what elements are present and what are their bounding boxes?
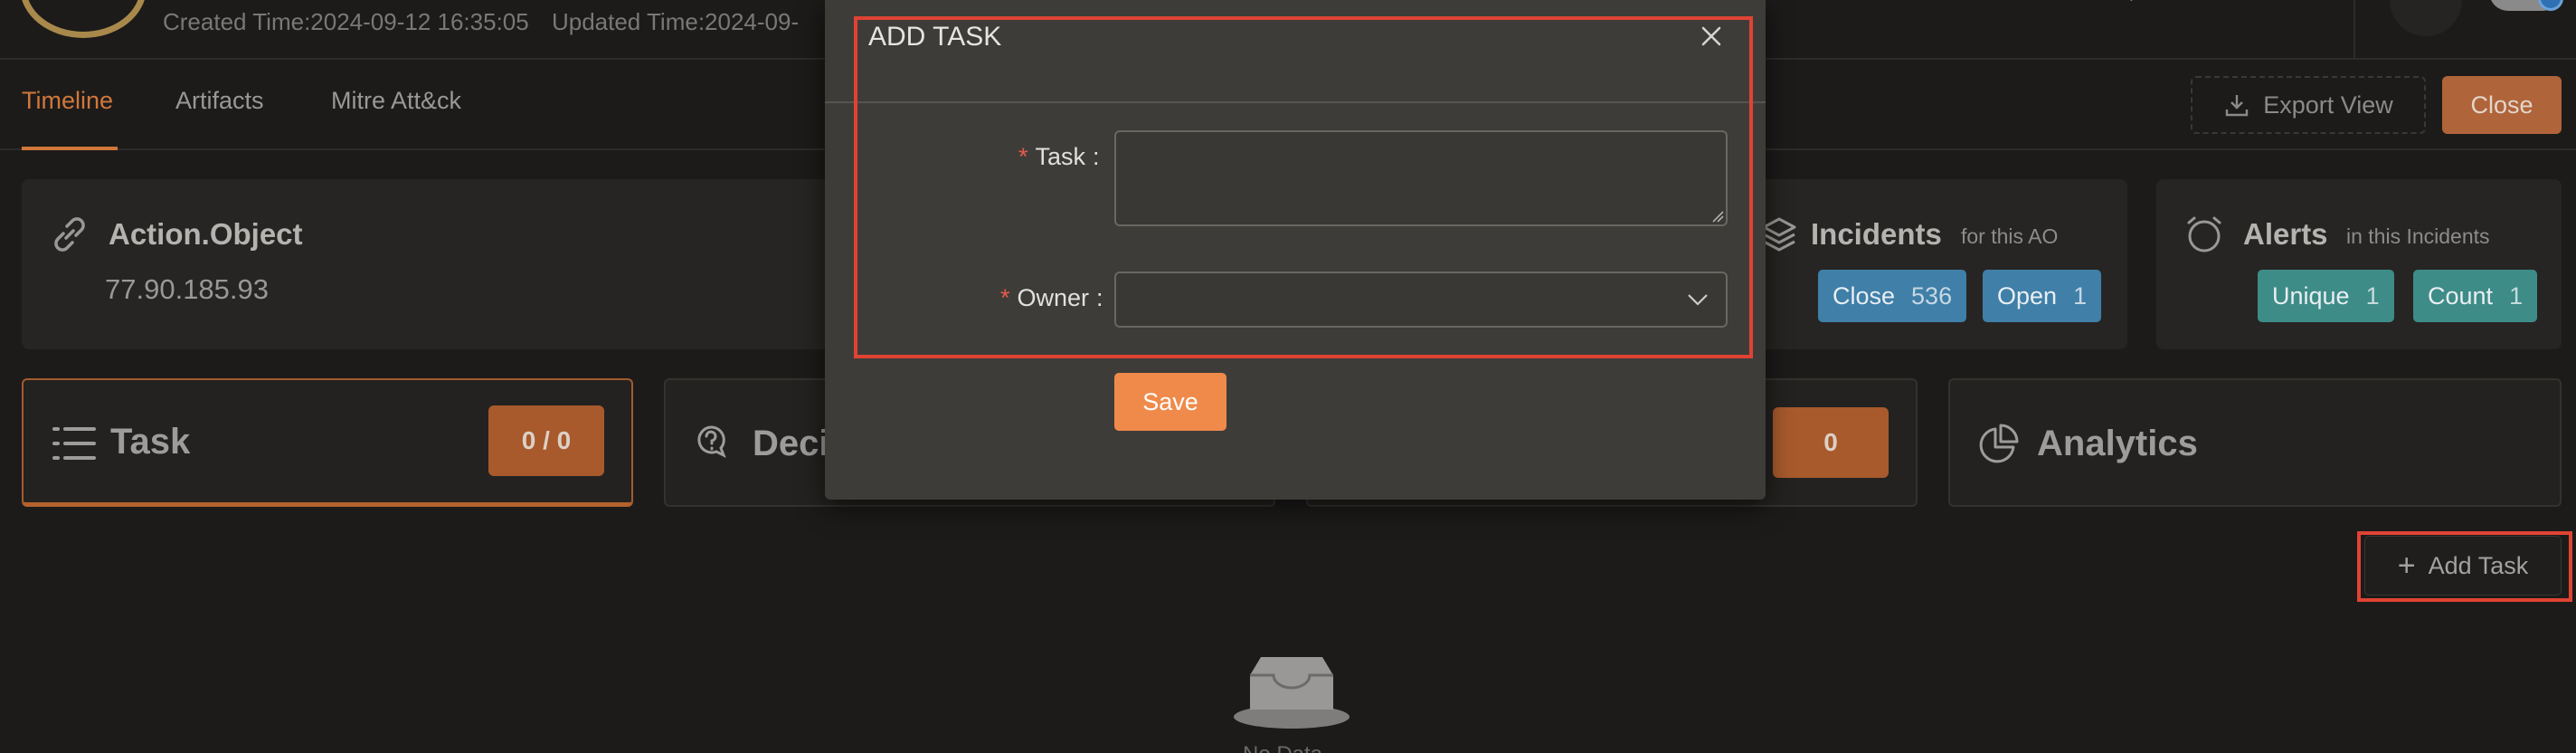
alerts-title: Alerts [2243, 217, 2328, 251]
open-pill-count: 1 [2073, 281, 2088, 310]
alert-icon [2187, 216, 2221, 253]
alerts-subtitle: in this Incidents [2346, 224, 2490, 248]
close-button[interactable]: Close [2442, 76, 2562, 134]
alerts-unique-pill[interactable]: Unique 1 [2258, 270, 2394, 322]
open-pill-label: Open [1997, 281, 2058, 310]
tab-timeline[interactable]: Timeline [22, 87, 113, 115]
timestamps: Created Time:2024-09-12 16:35:05 Updated… [163, 8, 799, 36]
export-view-label: Export View [2263, 91, 2393, 119]
task-panel[interactable]: Task 0 / 0 [22, 378, 633, 507]
export-view-button[interactable]: Export View [2191, 76, 2426, 134]
action-object-card: Action.Object 77.90.185.93 [22, 179, 836, 349]
empty-state-text: No Data [1243, 742, 1322, 753]
decision-panel-title: Deci [753, 424, 829, 463]
count-pill-label: Count [2428, 281, 2494, 310]
chevron-icon: ⌄ [2124, 0, 2144, 5]
action-object-value: 77.90.185.93 [105, 273, 270, 305]
close-pill-count: 536 [1911, 281, 1953, 310]
unique-pill-count: 1 [2365, 281, 2380, 310]
count-pill-count: 1 [2509, 281, 2524, 310]
incidents-title: Incidents [1811, 217, 1942, 251]
updated-time: Updated Time:2024-09- [551, 8, 800, 35]
add-task-highlight [2357, 531, 2572, 602]
unique-pill-label: Unique [2272, 281, 2350, 310]
task-panel-title: Task [110, 422, 191, 462]
form-highlight [854, 16, 1753, 358]
header-divider [2353, 0, 2355, 58]
active-tab-indicator [22, 147, 118, 150]
avatar[interactable] [2390, 0, 2462, 36]
empty-inbox-icon [1234, 657, 1350, 729]
incidents-close-pill[interactable]: Close 536 [1818, 270, 1967, 322]
alerts-count-pill[interactable]: Count 1 [2413, 270, 2538, 322]
close-pill-label: Close [1833, 281, 1896, 310]
download-icon [2226, 95, 2249, 117]
tab-mitre-attack[interactable]: Mitre Att&ck [331, 87, 461, 115]
alerts-card: Alerts in this Incidents Unique 1 Count … [2156, 179, 2562, 349]
created-time: Created Time:2024-09-12 16:35:05 [163, 8, 529, 35]
incidents-subtitle: for this AO [1961, 224, 2059, 248]
pie-chart-icon [1979, 424, 2019, 463]
third-count-badge: 0 [1773, 407, 1889, 478]
logo-icon [20, 0, 147, 38]
tab-artifacts[interactable]: Artifacts [175, 87, 264, 115]
action-object-title: Action.Object [109, 217, 303, 251]
question-chat-icon [697, 425, 726, 459]
list-icon [52, 427, 96, 460]
task-count-badge: 0 / 0 [488, 405, 604, 476]
incidents-open-pill[interactable]: Open 1 [1983, 270, 2102, 322]
link-icon [54, 217, 85, 252]
analytics-panel-title: Analytics [2037, 424, 2198, 463]
analytics-panel[interactable]: Analytics [1948, 378, 2562, 507]
save-button[interactable]: Save [1114, 373, 1226, 431]
